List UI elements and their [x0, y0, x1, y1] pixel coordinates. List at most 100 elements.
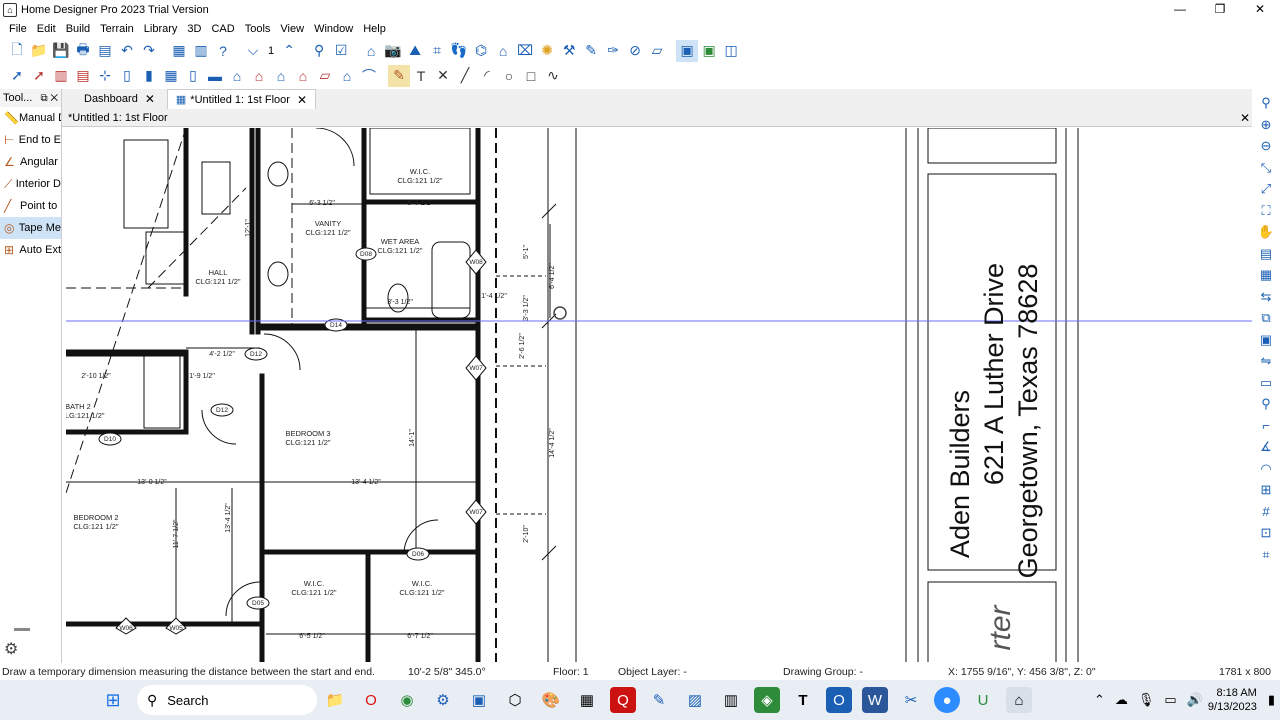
window-icon[interactable]: ▯: [116, 65, 138, 87]
tool-t-icon[interactable]: T: [790, 687, 816, 713]
circle-icon[interactable]: ○: [498, 65, 520, 87]
close-tab-icon[interactable]: ✕: [145, 92, 155, 106]
house-frame-icon[interactable]: ⌂: [292, 65, 314, 87]
clock[interactable]: 8:18 AM 9/13/2023: [1208, 686, 1257, 714]
drawing-canvas[interactable]: W.I.C. CLG:121 1/2" VANITY CLG:121 1/2" …: [66, 128, 1252, 662]
elevation-icon[interactable]: ⛰: [404, 40, 426, 62]
terrain-icon[interactable]: ▱: [314, 65, 336, 87]
menu-cad[interactable]: CAD: [206, 23, 239, 35]
door-icon[interactable]: ▯: [182, 65, 204, 87]
library-icon[interactable]: ▥: [190, 40, 212, 62]
taskbar-search[interactable]: ⚲ Search: [137, 685, 317, 715]
pan-icon[interactable]: ✋: [1258, 221, 1274, 243]
spline-icon[interactable]: ∿: [542, 65, 564, 87]
fill-window-icon[interactable]: ⤢: [1261, 178, 1271, 200]
tool-end-to-end[interactable]: ⊢ End to E: [0, 129, 61, 151]
menu-library[interactable]: Library: [139, 23, 183, 35]
file-explorer-icon[interactable]: 📁: [322, 687, 348, 713]
windows-start-icon[interactable]: ⊞: [100, 687, 126, 713]
volume-icon[interactable]: 🔊: [1187, 692, 1203, 708]
deck-icon[interactable]: ▬: [204, 65, 226, 87]
tool-point-to-point[interactable]: ╱ Point to: [0, 195, 61, 217]
tape-measure-tool-icon[interactable]: ✎: [388, 64, 410, 87]
onedrive-icon[interactable]: ☁: [1115, 692, 1128, 708]
tool-tape-measure[interactable]: ◎ Tape Me: [0, 217, 61, 239]
angle-snap-icon[interactable]: ∡: [1260, 436, 1272, 458]
column-icon[interactable]: ▮: [138, 65, 160, 87]
editor-icon[interactable]: ✎: [646, 687, 672, 713]
undo-zoom-icon[interactable]: ⤡: [1261, 157, 1271, 179]
layers-icon[interactable]: ▤: [1260, 243, 1272, 265]
microphone-icon[interactable]: 🎙: [1138, 692, 1155, 708]
gear-icon[interactable]: ⚙: [4, 639, 18, 659]
line-icon[interactable]: ╱: [454, 65, 476, 87]
walkthrough-icon[interactable]: 👣: [448, 40, 470, 62]
arch-icon[interactable]: ⌒: [358, 65, 380, 87]
menu-file[interactable]: File: [4, 23, 32, 35]
fence-icon[interactable]: ⌂: [226, 65, 248, 87]
undo-icon[interactable]: ↶: [116, 40, 138, 62]
arc-icon[interactable]: ◜: [476, 65, 498, 87]
photos-icon[interactable]: ▨: [682, 687, 708, 713]
print-preview-icon[interactable]: ▤: [94, 40, 116, 62]
settings-icon[interactable]: ⚙: [430, 687, 456, 713]
maximize-icon[interactable]: ❐: [1200, 0, 1240, 19]
float-icon[interactable]: ⧉: [40, 93, 47, 104]
menu-window[interactable]: Window: [309, 23, 358, 35]
floor-up-icon[interactable]: ⌃: [278, 40, 300, 62]
zoom-app-icon[interactable]: ●: [934, 687, 960, 713]
tool-interior-dimension[interactable]: ⟋ Interior D: [0, 173, 61, 195]
chrome-icon[interactable]: ◉: [394, 687, 420, 713]
arc-snap-icon[interactable]: ◠: [1260, 458, 1271, 480]
tab-dashboard[interactable]: Dashboard ✕: [76, 89, 163, 109]
tool-auto-exterior[interactable]: ⊞ Auto Ext: [0, 239, 61, 261]
floor-plan-drawing[interactable]: W.I.C. CLG:121 1/2" VANITY CLG:121 1/2" …: [66, 128, 1252, 662]
select-objects-icon[interactable]: ⚲: [308, 40, 330, 62]
open-folder-icon[interactable]: 📁: [28, 40, 50, 62]
toggle-icon[interactable]: ⇋: [1261, 350, 1272, 372]
calculator-icon[interactable]: ▦: [574, 687, 600, 713]
object-snap-icon[interactable]: ⊡: [1261, 522, 1272, 544]
stocks-icon[interactable]: ▥: [718, 687, 744, 713]
panel-close-icon[interactable]: ✕: [50, 93, 58, 104]
cabinet-icon[interactable]: ▤: [72, 65, 94, 87]
model-icon[interactable]: ⌧: [514, 40, 536, 62]
minimize-icon[interactable]: —: [1160, 0, 1200, 19]
close-drawing-icon[interactable]: ✕: [1240, 111, 1250, 125]
wall-icon[interactable]: ▥: [50, 65, 72, 87]
zoom-icon[interactable]: ⚲: [1261, 92, 1271, 114]
menu-help[interactable]: Help: [358, 23, 391, 35]
plan-icon[interactable]: ▦: [168, 40, 190, 62]
tool-manual-dimension[interactable]: 📏Manual D: [0, 107, 61, 129]
opera-icon[interactable]: O: [358, 687, 384, 713]
network-icon[interactable]: ▭: [1164, 692, 1176, 708]
menu-tools[interactable]: Tools: [240, 23, 276, 35]
fixture-icon[interactable]: ⌂: [336, 65, 358, 87]
notification-icon[interactable]: ▮: [1268, 692, 1275, 708]
menu-3d[interactable]: 3D: [182, 23, 206, 35]
paint-palette-icon[interactable]: 🎨: [538, 687, 564, 713]
zoom-out-icon[interactable]: ⊖: [1261, 135, 1272, 157]
dimension-icon[interactable]: ⊹: [94, 65, 116, 87]
save-icon[interactable]: 💾: [50, 40, 72, 62]
delete-surface-icon[interactable]: ⊘: [624, 40, 646, 62]
checklist-icon[interactable]: ☑: [330, 40, 352, 62]
cube-icon[interactable]: ⬡: [502, 687, 528, 713]
nvidia-icon[interactable]: ◈: [754, 687, 780, 713]
menu-terrain[interactable]: Terrain: [95, 23, 139, 35]
grid-snap-icon[interactable]: #: [1262, 501, 1269, 523]
menu-view[interactable]: View: [275, 23, 309, 35]
snap-icon[interactable]: ⌐: [1262, 415, 1270, 437]
paint-icon[interactable]: ✑: [602, 40, 624, 62]
home-designer-taskbar-icon[interactable]: ⌂: [1006, 687, 1032, 713]
rectangle-icon[interactable]: ▭: [1260, 372, 1272, 394]
menu-edit[interactable]: Edit: [32, 23, 61, 35]
ruler-layers-icon[interactable]: ▱: [646, 40, 668, 62]
tab-floor-plan[interactable]: ▦ *Untitled 1: 1st Floor ✕: [166, 89, 317, 109]
text-icon[interactable]: T: [410, 65, 432, 87]
print-icon[interactable]: 🖶: [72, 40, 94, 62]
split-view-icon[interactable]: ◫: [720, 40, 742, 62]
tool-angular[interactable]: ∠ Angular: [0, 151, 61, 173]
display-icon[interactable]: ▣: [466, 687, 492, 713]
zoom-in-icon[interactable]: ⊕: [1261, 114, 1272, 136]
